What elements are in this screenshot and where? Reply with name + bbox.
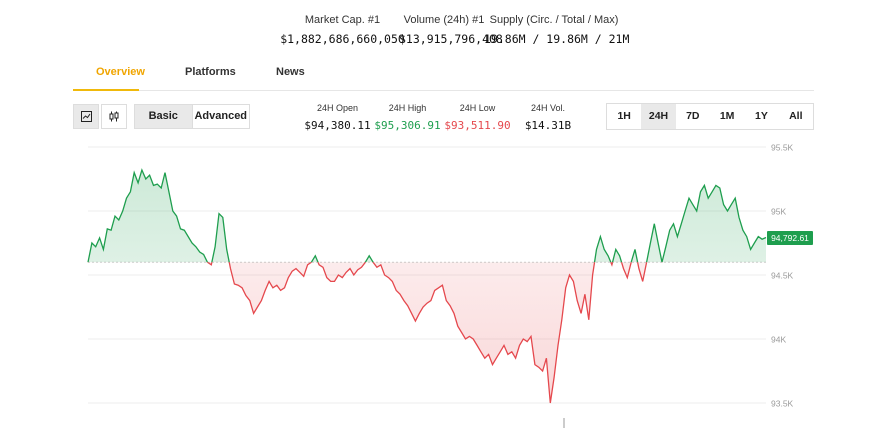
volume-label: Volume (24h) #1 bbox=[403, 14, 485, 26]
tab-platforms[interactable]: Platforms bbox=[185, 66, 236, 78]
y-tick-label: 93.5K bbox=[771, 399, 794, 409]
basic-mode-button[interactable]: Basic bbox=[135, 105, 192, 128]
high-label: 24H High bbox=[388, 103, 427, 113]
time-range-selector: 1H 24H 7D 1M 1Y All bbox=[606, 103, 814, 130]
y-tick-label: 95K bbox=[771, 207, 786, 217]
volume-stat: Volume (24h) #1 $13,915,796,408 bbox=[399, 14, 503, 46]
active-tab-indicator bbox=[73, 89, 139, 91]
low-stat: 24H Low $93,511.90 bbox=[440, 103, 515, 132]
vol-value: $14.31B bbox=[524, 119, 572, 132]
tab-news[interactable]: News bbox=[276, 66, 305, 78]
tab-overview[interactable]: Overview bbox=[96, 66, 145, 78]
tab-bar: Overview Platforms News bbox=[73, 66, 814, 91]
candlestick-icon bbox=[109, 111, 119, 122]
price-chart[interactable]: 95.5K 95K 94.5K 94K 93.5K bbox=[0, 135, 870, 430]
open-label: 24H Open bbox=[316, 103, 359, 113]
market-cap-value: $1,882,686,660,050 bbox=[280, 32, 405, 46]
vol-label: 24H Vol. bbox=[530, 103, 566, 113]
high-stat: 24H High $95,306.91 bbox=[370, 103, 445, 132]
volume-24h-stat: 24H Vol. $14.31B bbox=[513, 103, 583, 132]
y-tick-label: 94K bbox=[771, 335, 786, 345]
stats-row: Market Cap. #1 $1,882,686,660,050 Volume… bbox=[0, 14, 870, 54]
supply-stat: Supply (Circ. / Total / Max) 19.86M / 19… bbox=[484, 14, 630, 46]
supply-value: 19.86M / 19.86M / 21M bbox=[484, 32, 630, 46]
range-7d[interactable]: 7D bbox=[676, 104, 710, 129]
line-chart-toggle[interactable] bbox=[73, 104, 99, 129]
candle-chart-toggle[interactable] bbox=[101, 104, 127, 129]
range-24h[interactable]: 24H bbox=[641, 104, 676, 129]
volume-value: $13,915,796,408 bbox=[399, 32, 503, 46]
range-1y[interactable]: 1Y bbox=[744, 104, 778, 129]
chart-toolbar: Basic Advanced 24H Open $94,380.11 24H H… bbox=[73, 103, 814, 132]
open-value: $94,380.11 bbox=[304, 119, 371, 132]
line-chart-icon bbox=[80, 111, 92, 122]
low-value: $93,511.90 bbox=[444, 119, 511, 132]
market-cap-label: Market Cap. #1 bbox=[304, 14, 381, 26]
range-1h[interactable]: 1H bbox=[607, 104, 641, 129]
supply-label: Supply (Circ. / Total / Max) bbox=[489, 14, 619, 26]
area-below-baseline bbox=[88, 262, 766, 403]
market-cap-stat: Market Cap. #1 $1,882,686,660,050 bbox=[280, 14, 405, 46]
range-all[interactable]: All bbox=[779, 104, 813, 129]
high-value: $95,306.91 bbox=[374, 119, 441, 132]
low-label: 24H Low bbox=[459, 103, 496, 113]
current-price-tag: 94,792.61 bbox=[767, 231, 813, 245]
y-tick-label: 95.5K bbox=[771, 143, 794, 153]
y-tick-label: 94.5K bbox=[771, 271, 794, 281]
chart-mode-switch: Basic Advanced bbox=[134, 104, 250, 129]
advanced-mode-button[interactable]: Advanced bbox=[191, 105, 250, 128]
range-1m[interactable]: 1M bbox=[710, 104, 744, 129]
open-stat: 24H Open $94,380.11 bbox=[300, 103, 375, 132]
